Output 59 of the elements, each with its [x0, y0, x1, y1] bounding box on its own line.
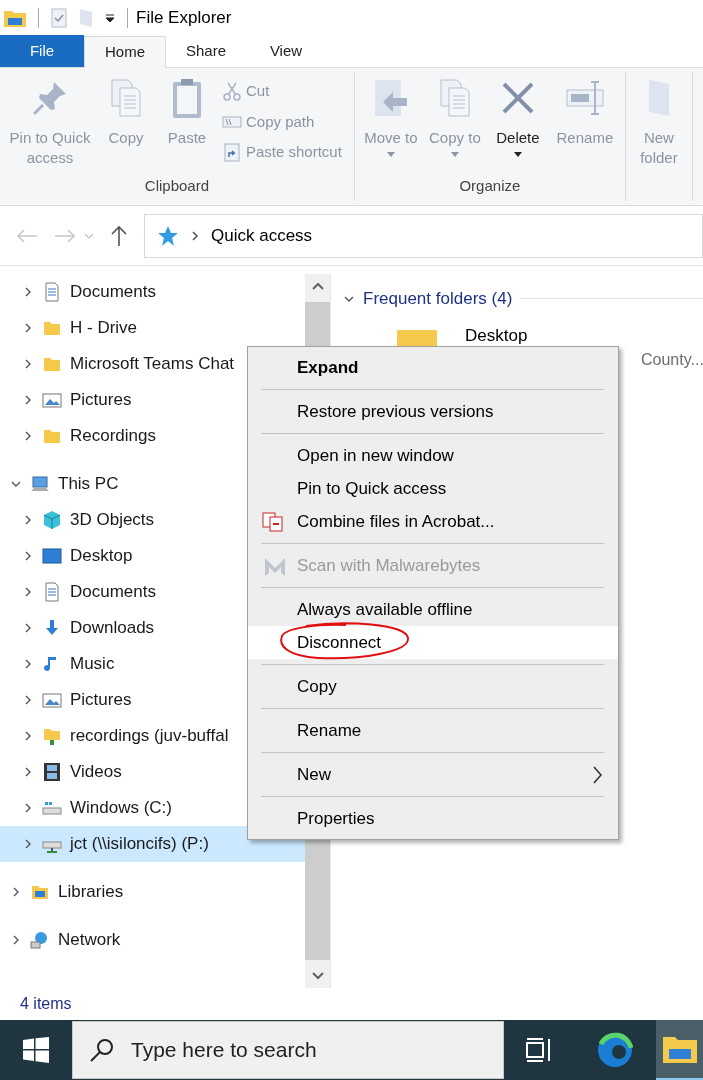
dropdown-caret-icon — [450, 152, 459, 157]
document-stack-icon — [262, 511, 284, 532]
window-title: File Explorer — [136, 7, 232, 30]
tree-item[interactable]: Documents — [0, 274, 305, 310]
network-folder-icon — [42, 726, 62, 746]
folder-location: County... — [641, 349, 703, 370]
ribbon-tab[interactable]: View — [246, 35, 326, 67]
menu-item[interactable]: Copy — [248, 670, 618, 703]
section-heading[interactable]: Frequent folders (4) — [363, 286, 513, 312]
address-field[interactable]: Quick access — [144, 213, 703, 258]
taskbar-search-field[interactable]: Type here to search — [72, 1021, 504, 1079]
cube-icon — [42, 510, 62, 530]
ribbon-tab[interactable]: Share — [166, 35, 246, 67]
folder-name[interactable]: Desktop — [465, 323, 703, 348]
network-icon — [30, 930, 50, 950]
properties-icon[interactable] — [51, 8, 67, 28]
tree-item[interactable]: jct (\\isiloncifs) (P:) — [0, 826, 305, 862]
scissors-icon — [222, 81, 242, 102]
item-count: 4 items — [20, 994, 72, 1014]
file-explorer-icon[interactable] — [4, 9, 26, 27]
film-icon — [42, 762, 62, 782]
menu-item[interactable]: New — [248, 758, 618, 791]
folder-icon — [662, 1035, 697, 1063]
tree-item[interactable]: Network — [0, 922, 305, 958]
tree-item[interactable]: Libraries — [0, 874, 305, 910]
folder-icon — [648, 80, 669, 116]
document-icon — [42, 282, 62, 302]
menu-item[interactable]: Rename — [248, 714, 618, 747]
menu-item[interactable]: Open in new window — [248, 439, 618, 472]
document-icon — [42, 582, 62, 602]
desktop-icon — [42, 546, 62, 566]
shortcut-icon — [222, 142, 242, 163]
task-view-icon — [525, 1037, 553, 1063]
group-label: Organize — [458, 175, 522, 196]
pictures-icon — [42, 390, 62, 410]
ribbon-tab[interactable]: Home — [84, 36, 166, 68]
menu-item[interactable]: Restore previous versions — [248, 395, 618, 428]
dropdown-caret-icon — [513, 152, 522, 157]
dropdown-caret-icon — [386, 152, 395, 157]
search-icon — [89, 1037, 115, 1063]
browser-icon — [597, 1032, 633, 1068]
menu-item: Scan with Malwarebytes — [248, 549, 618, 582]
ribbon-tab[interactable]: File — [0, 35, 84, 67]
breadcrumb-chevron-icon — [191, 229, 199, 242]
menu-item[interactable]: Always available offline — [248, 593, 618, 626]
file-explorer-taskbar-button[interactable] — [656, 1020, 703, 1080]
ribbon-button[interactable]: Delete — [486, 76, 549, 175]
menu-item[interactable]: Combine files in Acrobat... — [248, 505, 618, 538]
up-arrow-icon[interactable] — [110, 224, 128, 247]
menu-item[interactable]: Expand — [248, 351, 618, 384]
tree-item[interactable]: H - Drive — [0, 310, 305, 346]
group-label: Clipboard — [143, 175, 211, 196]
computer-icon — [30, 474, 50, 494]
customize-dropdown-icon[interactable] — [105, 13, 115, 23]
address-path: Quick access — [211, 224, 313, 247]
menu-item[interactable]: Pin to Quick access — [248, 472, 618, 505]
windows-icon — [23, 1037, 49, 1063]
star-icon — [157, 224, 179, 247]
pictures-icon — [42, 690, 62, 710]
